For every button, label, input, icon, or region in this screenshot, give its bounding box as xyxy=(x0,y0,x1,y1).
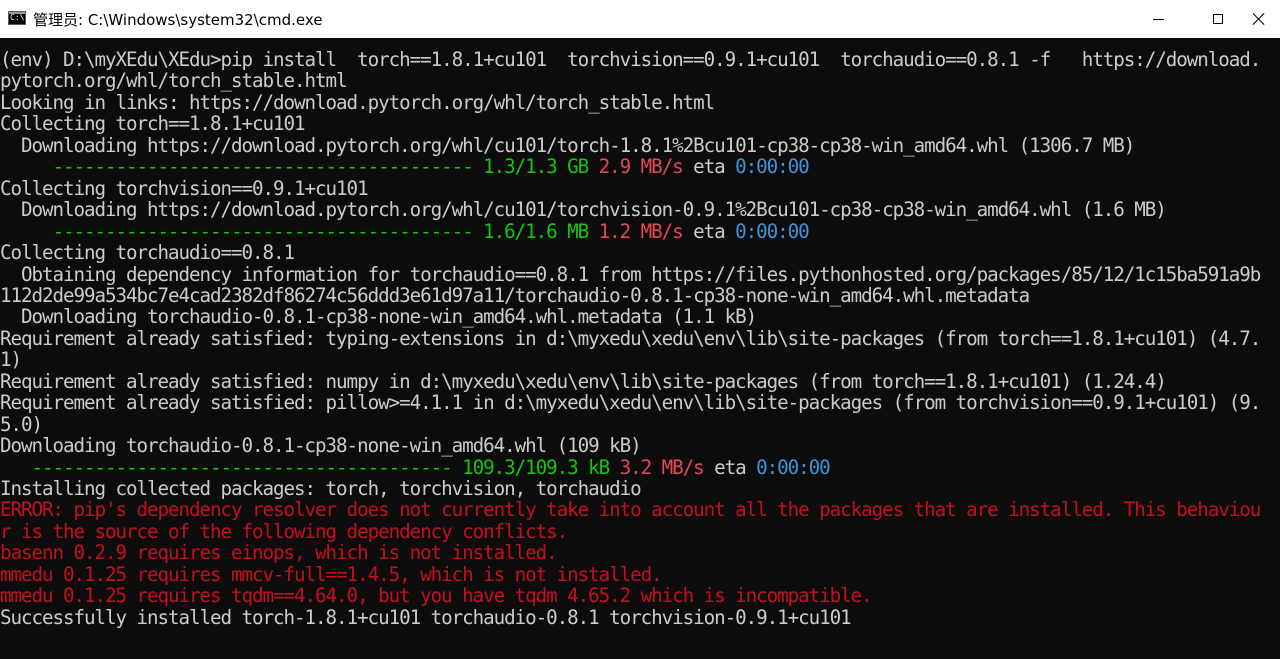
console-line: Requirement already satisfied: pillow>=4… xyxy=(0,391,1261,415)
console-line: ERROR: pip's dependency resolver does no… xyxy=(0,498,1261,522)
console-text-segment xyxy=(588,220,599,243)
console-text-segment: 1.6/1.6 MB xyxy=(483,219,589,243)
console-text-segment: eta xyxy=(682,219,736,243)
console-text-segment: 3.2 MB/s xyxy=(619,455,705,479)
console-text-segment: ERROR: pip's dependency resolver does no… xyxy=(0,498,1261,522)
console-line: Collecting torchaudio==0.8.1 xyxy=(0,241,295,265)
console-text-segment: Requirement already satisfied: numpy in … xyxy=(0,369,1167,393)
console-text-segment: r is the source of the following depende… xyxy=(0,519,568,543)
console-line: Downloading torchaudio-0.8.1-cp38-none-w… xyxy=(0,305,757,329)
console-line: Downloading https://download.pytorch.org… xyxy=(0,198,1167,222)
console-text-segment: ---------------------------------------- xyxy=(0,219,484,243)
title-bar[interactable]: C:\ 管理员: C:\Windows\system32\cmd.exe xyxy=(0,0,1280,38)
console-text-segment: 5.0) xyxy=(0,412,43,436)
console-text-segment: Collecting torchaudio==0.8.1 xyxy=(0,241,295,265)
console-line: (env) D:\myXEdu\XEdu>pip install torch==… xyxy=(0,48,1261,71)
console-line: Downloading torchaudio-0.8.1-cp38-none-w… xyxy=(0,434,642,458)
console-text-segment: 1.3/1.3 GB xyxy=(483,155,589,179)
console-text-segment: Downloading https://download.pytorch.org… xyxy=(0,133,1135,157)
console-line: Collecting torchvision==0.9.1+cu101 xyxy=(0,176,369,200)
console-line: Successfully installed torch-1.8.1+cu101… xyxy=(0,605,852,629)
console-text-segment: Requirement already satisfied: typing-ex… xyxy=(0,326,1261,350)
console-text-segment: Downloading torchaudio-0.8.1-cp38-none-w… xyxy=(0,434,642,458)
console-text-segment: Downloading https://download.pytorch.org… xyxy=(0,198,1167,222)
console-text-segment: Successfully installed torch-1.8.1+cu101… xyxy=(0,605,852,629)
console-line: mmedu 0.1.25 requires mmcv-full==1.4.5, … xyxy=(0,562,663,586)
console-line: ----------------------------------------… xyxy=(0,455,831,479)
cmd-icon: C:\ xyxy=(8,11,26,25)
console-text-segment: 0:00:00 xyxy=(756,455,831,479)
console-text-segment: Collecting torchvision==0.9.1+cu101 xyxy=(0,176,369,200)
console-text-segment: Installing collected packages: torch, to… xyxy=(0,477,642,500)
console-text-segment: pytorch.org/whl/torch_stable.html xyxy=(0,69,348,93)
console-text-segment: Looking in links: https://download.pytor… xyxy=(0,90,715,114)
close-icon xyxy=(1253,13,1265,25)
console-text-segment: mmedu 0.1.25 requires mmcv-full==1.4.5, … xyxy=(0,562,663,586)
console-line: Downloading https://download.pytorch.org… xyxy=(0,133,1135,157)
console-line: ----------------------------------------… xyxy=(0,219,810,243)
minimize-button[interactable] xyxy=(1135,0,1181,38)
console-line: Looking in links: https://download.pytor… xyxy=(0,90,715,114)
console-output[interactable]: (env) D:\myXEdu\XEdu>pip install torch==… xyxy=(0,38,1280,659)
console-line: Requirement already satisfied: numpy in … xyxy=(0,369,1167,393)
maximize-button[interactable] xyxy=(1195,0,1241,38)
console-line: mmedu 0.1.25 requires tqdm==4.64.0, but … xyxy=(0,584,873,608)
console-text-segment: mmedu 0.1.25 requires tqdm==4.64.0, but … xyxy=(0,584,873,608)
console-text-segment: ---------------------------------------- xyxy=(0,155,484,179)
console-text-segment: 2.9 MB/s xyxy=(598,155,684,179)
console-text-segment: eta xyxy=(703,455,757,479)
console-text-segment: 112d2de99a534bc7e4cad2382df86274c56ddd3e… xyxy=(0,283,1030,307)
console-line: basenn 0.2.9 requires einops, which is n… xyxy=(0,541,558,565)
console-line: r is the source of the following depende… xyxy=(0,519,568,543)
console-text-segment: Obtaining dependency information for tor… xyxy=(0,262,1261,286)
console-text-segment: 0:00:00 xyxy=(735,219,810,243)
console-line: Installing collected packages: torch, to… xyxy=(0,477,642,500)
console-text-segment: 0:00:00 xyxy=(735,155,810,179)
console-text-segment: 1.2 MB/s xyxy=(598,219,684,243)
console-line: pytorch.org/whl/torch_stable.html xyxy=(0,69,348,93)
console-line: 1) xyxy=(0,348,22,372)
console-line: Requirement already satisfied: typing-ex… xyxy=(0,326,1261,350)
console-text-segment: Downloading torchaudio-0.8.1-cp38-none-w… xyxy=(0,305,757,329)
console-text-segment xyxy=(609,456,620,479)
close-button[interactable] xyxy=(1236,0,1280,38)
console-line: 112d2de99a534bc7e4cad2382df86274c56ddd3e… xyxy=(0,283,1030,307)
console-text-segment: ---------------------------------------- xyxy=(0,455,463,479)
console-text-segment: eta xyxy=(682,155,736,179)
maximize-icon xyxy=(1213,14,1223,24)
console-line: ----------------------------------------… xyxy=(0,155,810,179)
console-text-segment xyxy=(588,155,599,178)
console-text-segment: 1) xyxy=(0,348,22,372)
window-title: 管理员: C:\Windows\system32\cmd.exe xyxy=(33,11,323,29)
console-text-segment: Requirement already satisfied: pillow>=4… xyxy=(0,391,1261,415)
console-text-segment: basenn 0.2.9 requires einops, which is n… xyxy=(0,541,558,565)
console-text-segment: Collecting torch==1.8.1+cu101 xyxy=(0,112,306,136)
console-text-segment: 109.3/109.3 kB xyxy=(462,455,610,479)
minimize-icon xyxy=(1152,18,1164,20)
console-text-segment: (env) D:\myXEdu\XEdu>pip install torch==… xyxy=(0,48,1261,71)
console-line: 5.0) xyxy=(0,412,43,436)
console-line: Obtaining dependency information for tor… xyxy=(0,262,1261,286)
console-line: Collecting torch==1.8.1+cu101 xyxy=(0,112,306,136)
